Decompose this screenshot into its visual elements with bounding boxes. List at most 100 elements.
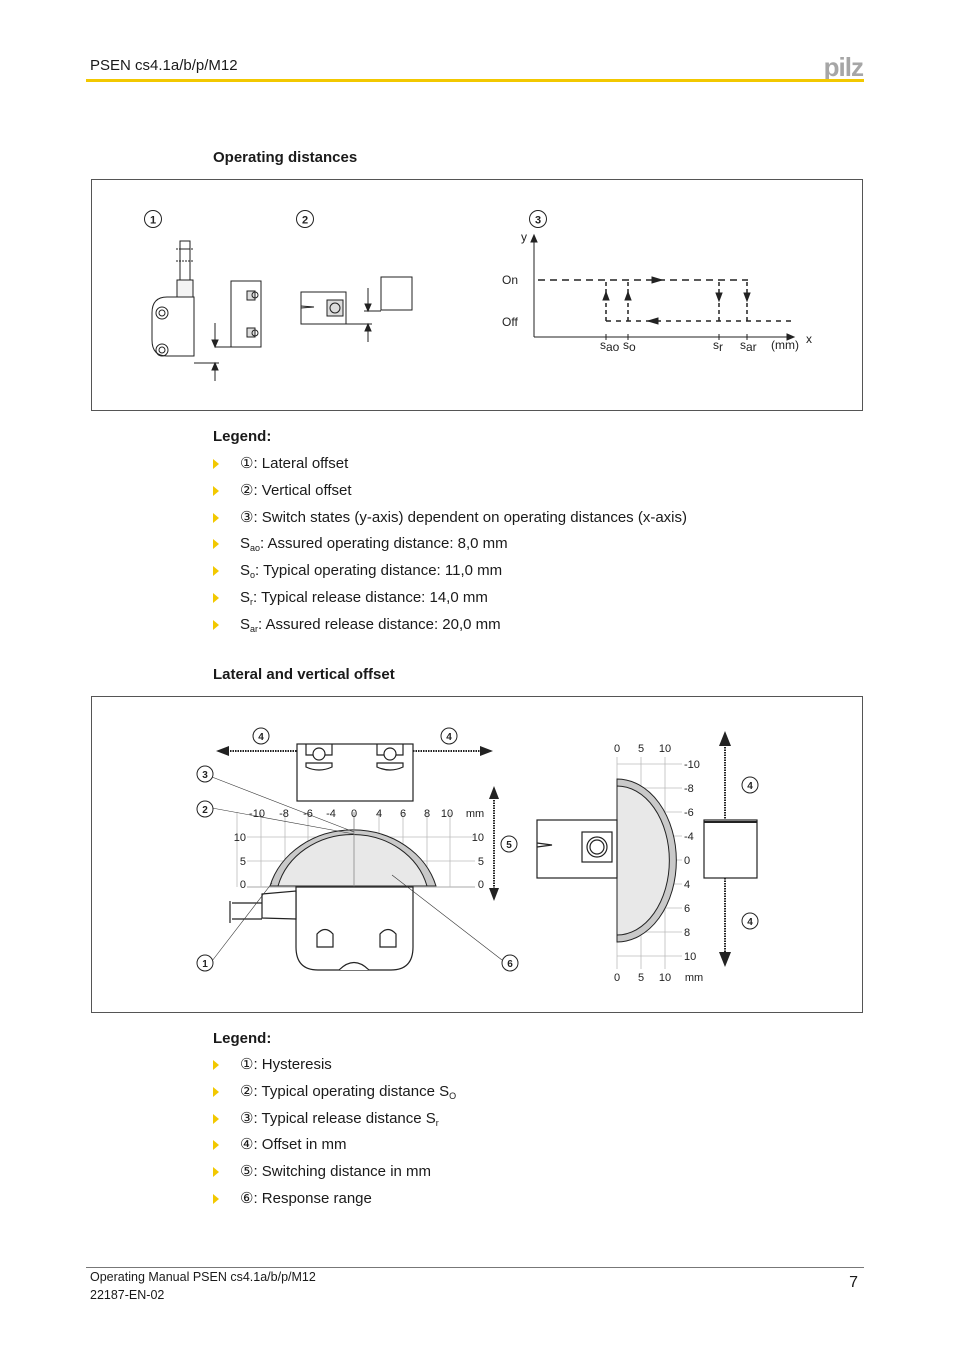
marker-sr: sr [713, 338, 723, 354]
sensor-body [229, 886, 414, 971]
tick-label: -6 [684, 807, 694, 819]
legend-item: ①: Lateral offset [213, 455, 687, 482]
page-number: 7 [849, 1274, 858, 1291]
x-axis-label: x [806, 332, 812, 346]
bullet-icon [213, 592, 219, 603]
arrow-down-icon [719, 952, 731, 967]
tick-label: 4 [376, 808, 382, 820]
arrow-up-icon [489, 786, 499, 799]
tick-label: 0 [351, 808, 357, 820]
section-title-operating-distances: Operating distances [213, 149, 358, 166]
bullet-icon [213, 1167, 219, 1178]
arrow-down-icon [489, 888, 499, 901]
tick-label: 0 [614, 743, 620, 755]
tick-label: 10 [441, 808, 453, 820]
offset-diagram: -10 -8 -6 -4 0 4 6 8 10 mm 10 5 0 10 5 0 [196, 727, 759, 984]
right-y-ticks: -10 -8 -6 -4 0 4 6 8 10 [684, 759, 700, 963]
lateral-offset-drawing [151, 240, 262, 381]
section-title-offset: Lateral and vertical offset [213, 666, 395, 683]
tick-label: 6 [400, 808, 406, 820]
tick-label: 5 [478, 856, 484, 868]
legend-item: Sar: Assured release distance: 20,0 mm [213, 616, 687, 643]
operating-distances-diagram: 1 2 3 y x On Off (mm) sao so sr sar [144, 210, 812, 381]
tick-label: -10 [249, 808, 265, 820]
document-title: PSEN cs4.1a/b/p/M12 [90, 57, 238, 74]
tick-label: mm [466, 808, 484, 820]
legend-item: ①: Hysteresis [213, 1056, 456, 1083]
bullet-icon [213, 619, 219, 630]
tick-label: 10 [659, 743, 671, 755]
callout-4: 4 [258, 732, 264, 743]
tick-label: -4 [326, 808, 336, 820]
legend-item: ②: Vertical offset [213, 482, 687, 509]
tick-label: 0 [478, 879, 484, 891]
tick-label: -4 [684, 831, 694, 843]
bullet-icon [213, 1060, 219, 1070]
tick-label: 6 [684, 903, 690, 915]
left-x-ticks: -10 -8 -6 -4 0 4 6 8 10 mm [249, 808, 484, 820]
legend-title-2: Legend: [213, 1030, 272, 1047]
legend-item: Sao: Assured operating distance: 8,0 mm [213, 535, 687, 562]
callout-6: 6 [507, 959, 513, 970]
arrow-right-icon [480, 746, 493, 756]
legend-item: ③: Typical release distance Sr [213, 1110, 456, 1137]
footer-rule [86, 1267, 864, 1268]
legend-item: ⑤: Switching distance in mm [213, 1163, 456, 1190]
figure-operating-distances: 1 2 3 y x On Off (mm) sao so sr sar [91, 179, 863, 411]
legend-item: Sr: Typical release distance: 14,0 mm [213, 589, 687, 616]
tick-label: mm [685, 972, 703, 984]
arrow-up-icon [719, 731, 731, 746]
bullet-icon [213, 1113, 219, 1124]
x-unit-label: (mm) [771, 338, 799, 352]
bullet-icon [213, 512, 219, 523]
callout-3-label: 3 [535, 215, 541, 227]
callout-2-label: 2 [302, 215, 308, 227]
marker-sao: sao [600, 338, 620, 354]
arrow-left-icon [216, 746, 229, 756]
tick-label: -6 [303, 808, 313, 820]
tick-label: 5 [240, 856, 246, 868]
callout-1: 1 [144, 210, 162, 228]
header-rule [86, 79, 864, 82]
callout-4: 4 [747, 917, 753, 928]
callout-2: 2 [202, 805, 208, 816]
bullet-icon [213, 566, 219, 577]
switch-state-graph [530, 233, 796, 341]
tick-label: 0 [614, 972, 620, 984]
legend-item: So: Typical operating distance: 11,0 mm [213, 562, 687, 589]
tick-label: 0 [684, 855, 690, 867]
actuator-top [296, 743, 414, 802]
bullet-icon [213, 485, 219, 496]
bullet-icon [213, 1086, 219, 1097]
tick-label: 8 [684, 927, 690, 939]
bullet-icon [213, 459, 219, 469]
bullet-icon [213, 1193, 219, 1204]
tick-label: 10 [659, 972, 671, 984]
tick-label: -8 [279, 808, 289, 820]
response-range [277, 833, 428, 887]
legend-item: ③: Switch states (y-axis) dependent on o… [213, 509, 687, 536]
figure-lateral-vertical-offset: -10 -8 -6 -4 0 4 6 8 10 mm 10 5 0 10 5 0 [91, 696, 863, 1013]
tick-label: 5 [638, 743, 644, 755]
callout-1-label: 1 [150, 215, 156, 227]
switching-distance-arrow [489, 786, 499, 901]
callout-2: 2 [296, 210, 314, 228]
footer-doc-number: 22187-EN-02 [90, 1288, 165, 1302]
callout-3: 3 [529, 210, 547, 228]
callout-1: 1 [202, 959, 208, 970]
tick-label: 10 [472, 832, 484, 844]
tick-label: 10 [234, 832, 246, 844]
tick-label: 8 [424, 808, 430, 820]
footer-manual-title: Operating Manual PSEN cs4.1a/b/p/M12 [90, 1270, 316, 1284]
callout-4: 4 [747, 781, 753, 792]
legend-item: ④: Offset in mm [213, 1136, 456, 1163]
tick-label: 4 [684, 879, 690, 891]
legend-list-1: ①: Lateral offset ②: Vertical offset ③: … [213, 455, 687, 643]
legend-item: ②: Typical operating distance SO [213, 1083, 456, 1110]
bullet-icon [213, 539, 219, 550]
state-on-label: On [502, 273, 518, 287]
callout-3: 3 [202, 770, 208, 781]
state-off-label: Off [502, 315, 518, 329]
tick-label: 10 [684, 951, 696, 963]
vertical-offset-drawing [300, 276, 413, 342]
